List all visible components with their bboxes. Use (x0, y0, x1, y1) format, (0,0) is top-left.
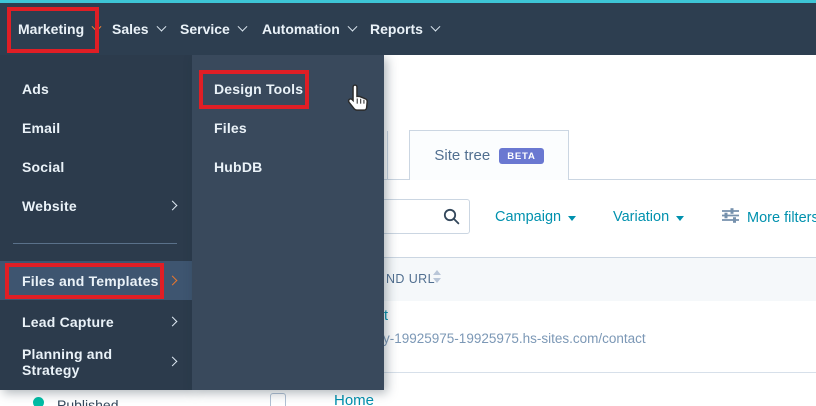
row-checkbox[interactable] (270, 393, 286, 406)
marketing-dropdown-menu: Ads Email Social Website Files and Templ… (0, 55, 192, 390)
nav-label: Automation (262, 21, 340, 37)
nav-item-sales[interactable]: Sales (112, 21, 167, 37)
chevron-down-icon (430, 21, 441, 32)
submenu-item-design-tools[interactable]: Design Tools (192, 69, 384, 108)
nav-item-service[interactable]: Service (180, 21, 248, 37)
menu-label: Ads (22, 80, 50, 97)
hidden-tab-edge (387, 131, 388, 179)
chevron-down-icon (156, 21, 167, 32)
topnav-accent-stripe (0, 0, 816, 3)
screen: Site tree BETA Campaign Variation More f… (0, 0, 816, 406)
campaign-filter-label: Campaign (495, 209, 562, 225)
menu-label: Files and Templates (22, 272, 159, 289)
chevron-down-icon (347, 21, 358, 32)
more-filters-button[interactable]: More filters (721, 207, 816, 228)
nav-label: Sales (112, 21, 149, 37)
menu-divider (13, 243, 177, 244)
menu-label: Social (22, 158, 65, 175)
top-navigation-bar: Marketing Sales Service Automation Repor… (0, 0, 816, 55)
variation-filter-dropdown[interactable]: Variation (613, 209, 685, 225)
menu-label: Website (22, 197, 77, 214)
more-filters-label: More filters (747, 209, 816, 226)
column-header-title-url[interactable]: ND URL (386, 272, 435, 286)
menu-item-website[interactable]: Website (0, 186, 192, 225)
menu-item-lead-capture[interactable]: Lead Capture (0, 302, 192, 341)
menu-label: Design Tools (214, 80, 304, 97)
menu-item-social[interactable]: Social (0, 147, 192, 186)
table-row-page-link[interactable]: t (384, 308, 388, 324)
menu-label: Planning and Strategy (22, 345, 113, 378)
table-row-home-link[interactable]: Home (334, 392, 374, 406)
submenu-item-files[interactable]: Files (192, 108, 384, 147)
nav-item-marketing[interactable]: Marketing (18, 21, 102, 37)
nav-label: Service (180, 21, 230, 37)
campaign-filter-dropdown[interactable]: Campaign (495, 209, 577, 225)
menu-item-ads[interactable]: Ads (0, 69, 192, 108)
chevron-down-icon (676, 215, 685, 221)
filter-sliders-icon (721, 207, 740, 228)
menu-item-email[interactable]: Email (0, 108, 192, 147)
chevron-down-icon (91, 21, 102, 32)
table-row-page-url: y-19925975-19925975.hs-sites.com/contact (383, 331, 646, 346)
submenu-item-hubdb[interactable]: HubDB (192, 147, 384, 186)
variation-filter-label: Variation (613, 209, 670, 225)
nav-label: Reports (370, 21, 423, 37)
nav-item-reports[interactable]: Reports (370, 21, 441, 37)
menu-item-files-and-templates[interactable]: Files and Templates (0, 261, 192, 300)
chevron-down-icon (237, 21, 248, 32)
nav-label: Marketing (18, 21, 85, 37)
chevron-right-icon (167, 316, 178, 327)
tab-site-tree[interactable]: Site tree BETA (409, 130, 569, 180)
published-status-label: Published (57, 397, 119, 406)
chevron-down-icon (568, 215, 577, 221)
menu-label: Files (214, 119, 247, 136)
chevron-right-icon (167, 200, 178, 211)
menu-label: Email (22, 119, 61, 136)
beta-badge: BETA (499, 147, 544, 164)
sort-arrows-icon[interactable] (433, 270, 441, 283)
tabbar-rule-right (569, 179, 816, 180)
published-status-icon (33, 397, 44, 406)
menu-item-planning-and-strategy[interactable]: Planning and Strategy (0, 342, 192, 381)
tab-site-tree-label: Site tree (434, 147, 491, 164)
nav-item-automation[interactable]: Automation (262, 21, 358, 37)
files-and-templates-submenu: Design Tools Files HubDB (192, 55, 384, 390)
search-icon (443, 208, 460, 230)
chevron-right-icon (167, 275, 178, 286)
menu-label: Lead Capture (22, 313, 114, 330)
menu-label: HubDB (214, 158, 263, 175)
